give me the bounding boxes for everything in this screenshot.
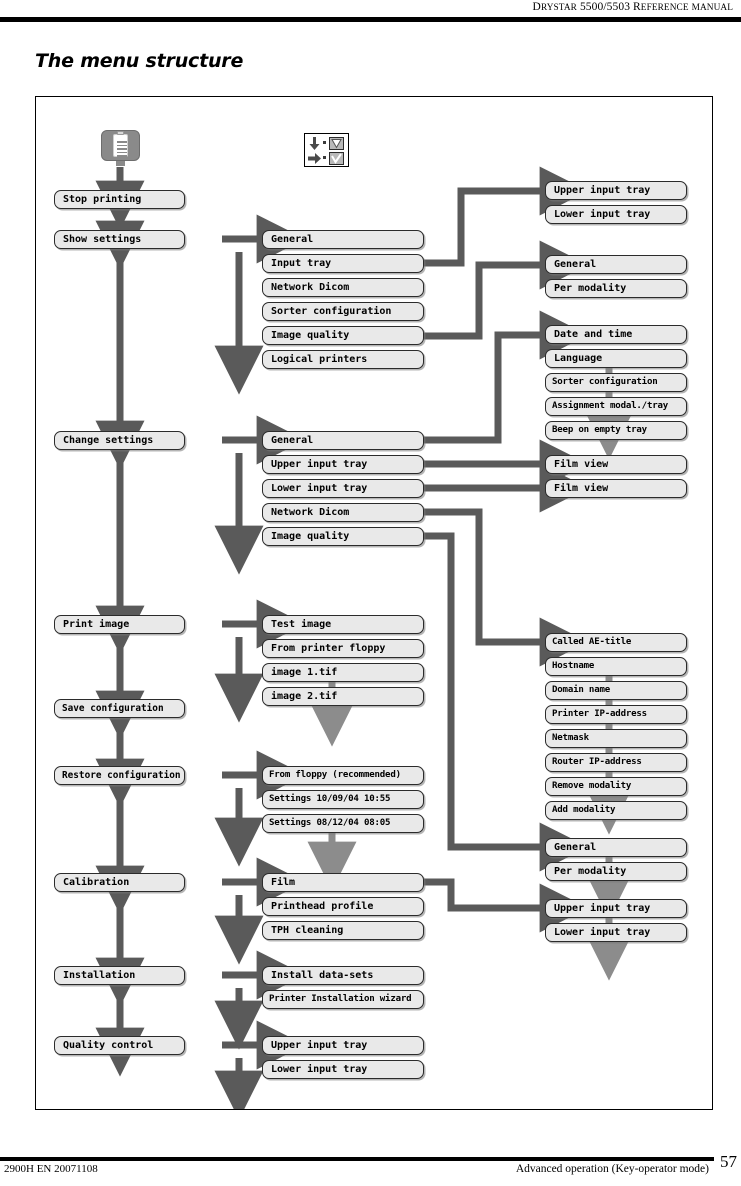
submenu-qc-upper-input-tray[interactable]: Upper input tray: [262, 1036, 424, 1055]
right-arrow-icon: [308, 153, 321, 164]
submenu-change-upper-input-tray[interactable]: Upper input tray: [262, 455, 424, 474]
detail-film-view-lower[interactable]: Film view: [545, 479, 687, 498]
menu-item-stop-printing[interactable]: Stop printing: [54, 190, 185, 209]
menu-item-show-settings[interactable]: Show settings: [54, 230, 185, 249]
down-triangle-key-icon: [329, 136, 344, 150]
detail-calib-lower-input-tray[interactable]: Lower input tray: [545, 923, 687, 942]
submenu-show-image-quality[interactable]: Image quality: [262, 326, 424, 345]
menu-item-change-settings[interactable]: Change settings: [54, 431, 185, 450]
submenu-calibration-printhead-profile[interactable]: Printhead profile: [262, 897, 424, 916]
menu-icon-clip: [117, 131, 124, 135]
page-title: The menu structure: [35, 50, 244, 72]
submenu-print-image-1-tif[interactable]: image 1.tif: [262, 663, 424, 682]
detail-image-quality-per-modality-2[interactable]: Per modality: [545, 862, 687, 881]
footer-rule: [0, 1157, 714, 1161]
submenu-calibration-film[interactable]: Film: [262, 873, 424, 892]
submenu-show-logical-printers[interactable]: Logical printers: [262, 350, 424, 369]
detail-add-modality[interactable]: Add modality: [545, 801, 687, 820]
legend-dot-2: [323, 156, 326, 159]
manual-title: DRYSTAR 5500/5503 REFERENCE MANUAL: [532, 1, 733, 13]
detail-image-quality-per-modality[interactable]: Per modality: [545, 279, 687, 298]
menu-icon-stem: [116, 161, 125, 166]
footer-page-number: 57: [720, 1152, 737, 1171]
submenu-install-data-sets[interactable]: Install data-sets: [262, 966, 424, 985]
submenu-restore-settings-1[interactable]: Settings 10/09/04 10:55: [262, 790, 424, 809]
submenu-change-network-dicom[interactable]: Network Dicom: [262, 503, 424, 522]
submenu-show-network-dicom[interactable]: Network Dicom: [262, 278, 424, 297]
legend-row-down: [305, 135, 350, 150]
submenu-restore-from-floppy[interactable]: From floppy (recommended): [262, 766, 424, 785]
detail-image-quality-general[interactable]: General: [545, 255, 687, 274]
detail-date-and-time[interactable]: Date and time: [545, 325, 687, 344]
detail-language[interactable]: Language: [545, 349, 687, 368]
menu-item-print-image[interactable]: Print image: [54, 615, 185, 634]
menu-item-save-configuration[interactable]: Save configuration: [54, 699, 185, 718]
menu-item-quality-control[interactable]: Quality control: [54, 1036, 185, 1055]
detail-upper-input-tray[interactable]: Upper input tray: [545, 181, 687, 200]
detail-remove-modality[interactable]: Remove modality: [545, 777, 687, 796]
footer-section-name: Advanced operation (Key-operator mode): [515, 1163, 709, 1175]
submenu-change-general[interactable]: General: [262, 431, 424, 450]
detail-router-ip-address[interactable]: Router IP-address: [545, 753, 687, 772]
footer-document-code: 2900H EN 20071108: [4, 1163, 98, 1175]
submenu-printer-install-wizard[interactable]: Printer Installation wizard: [262, 990, 424, 1009]
detail-hostname[interactable]: Hostname: [545, 657, 687, 676]
detail-image-quality-general-2[interactable]: General: [545, 838, 687, 857]
detail-beep-on-empty-tray[interactable]: Beep on empty tray: [545, 421, 687, 440]
submenu-change-image-quality[interactable]: Image quality: [262, 527, 424, 546]
menu-icon-sheet: [113, 134, 128, 157]
detail-film-view-upper[interactable]: Film view: [545, 455, 687, 474]
submenu-restore-settings-2[interactable]: Settings 08/12/04 08:05: [262, 814, 424, 833]
submenu-print-image-2-tif[interactable]: image 2.tif: [262, 687, 424, 706]
menu-structure-diagram: Stop printing Show settings Change setti…: [35, 96, 713, 1110]
submenu-calibration-tph-cleaning[interactable]: TPH cleaning: [262, 921, 424, 940]
detail-called-ae-title[interactable]: Called AE-title: [545, 633, 687, 652]
menu-item-installation[interactable]: Installation: [54, 966, 185, 985]
submenu-show-general[interactable]: General: [262, 230, 424, 249]
detail-printer-ip-address[interactable]: Printer IP-address: [545, 705, 687, 724]
menu-item-restore-configuration[interactable]: Restore configuration: [54, 766, 185, 785]
detail-calib-upper-input-tray[interactable]: Upper input tray: [545, 899, 687, 918]
menu-item-calibration[interactable]: Calibration: [54, 873, 185, 892]
down-arrow-icon: [309, 137, 320, 150]
legend-dot-1: [323, 141, 326, 144]
legend-row-enter: [305, 150, 350, 165]
submenu-change-lower-input-tray[interactable]: Lower input tray: [262, 479, 424, 498]
page-header: DRYSTAR 5500/5503 REFERENCE MANUAL: [0, 0, 741, 30]
detail-sorter-configuration[interactable]: Sorter configuration: [545, 373, 687, 392]
submenu-show-sorter-config[interactable]: Sorter configuration: [262, 302, 424, 321]
header-rule: [0, 17, 741, 22]
submenu-print-test-image[interactable]: Test image: [262, 615, 424, 634]
detail-assignment-modal-tray[interactable]: Assignment modal./tray: [545, 397, 687, 416]
legend-box: [304, 133, 349, 167]
submenu-print-from-printer-floppy[interactable]: From printer floppy: [262, 639, 424, 658]
detail-domain-name[interactable]: Domain name: [545, 681, 687, 700]
submenu-show-input-tray[interactable]: Input tray: [262, 254, 424, 273]
checkmark-key-icon: [329, 151, 344, 165]
submenu-qc-lower-input-tray[interactable]: Lower input tray: [262, 1060, 424, 1079]
detail-netmask[interactable]: Netmask: [545, 729, 687, 748]
menu-clipboard-icon: [101, 130, 140, 166]
detail-lower-input-tray[interactable]: Lower input tray: [545, 205, 687, 224]
